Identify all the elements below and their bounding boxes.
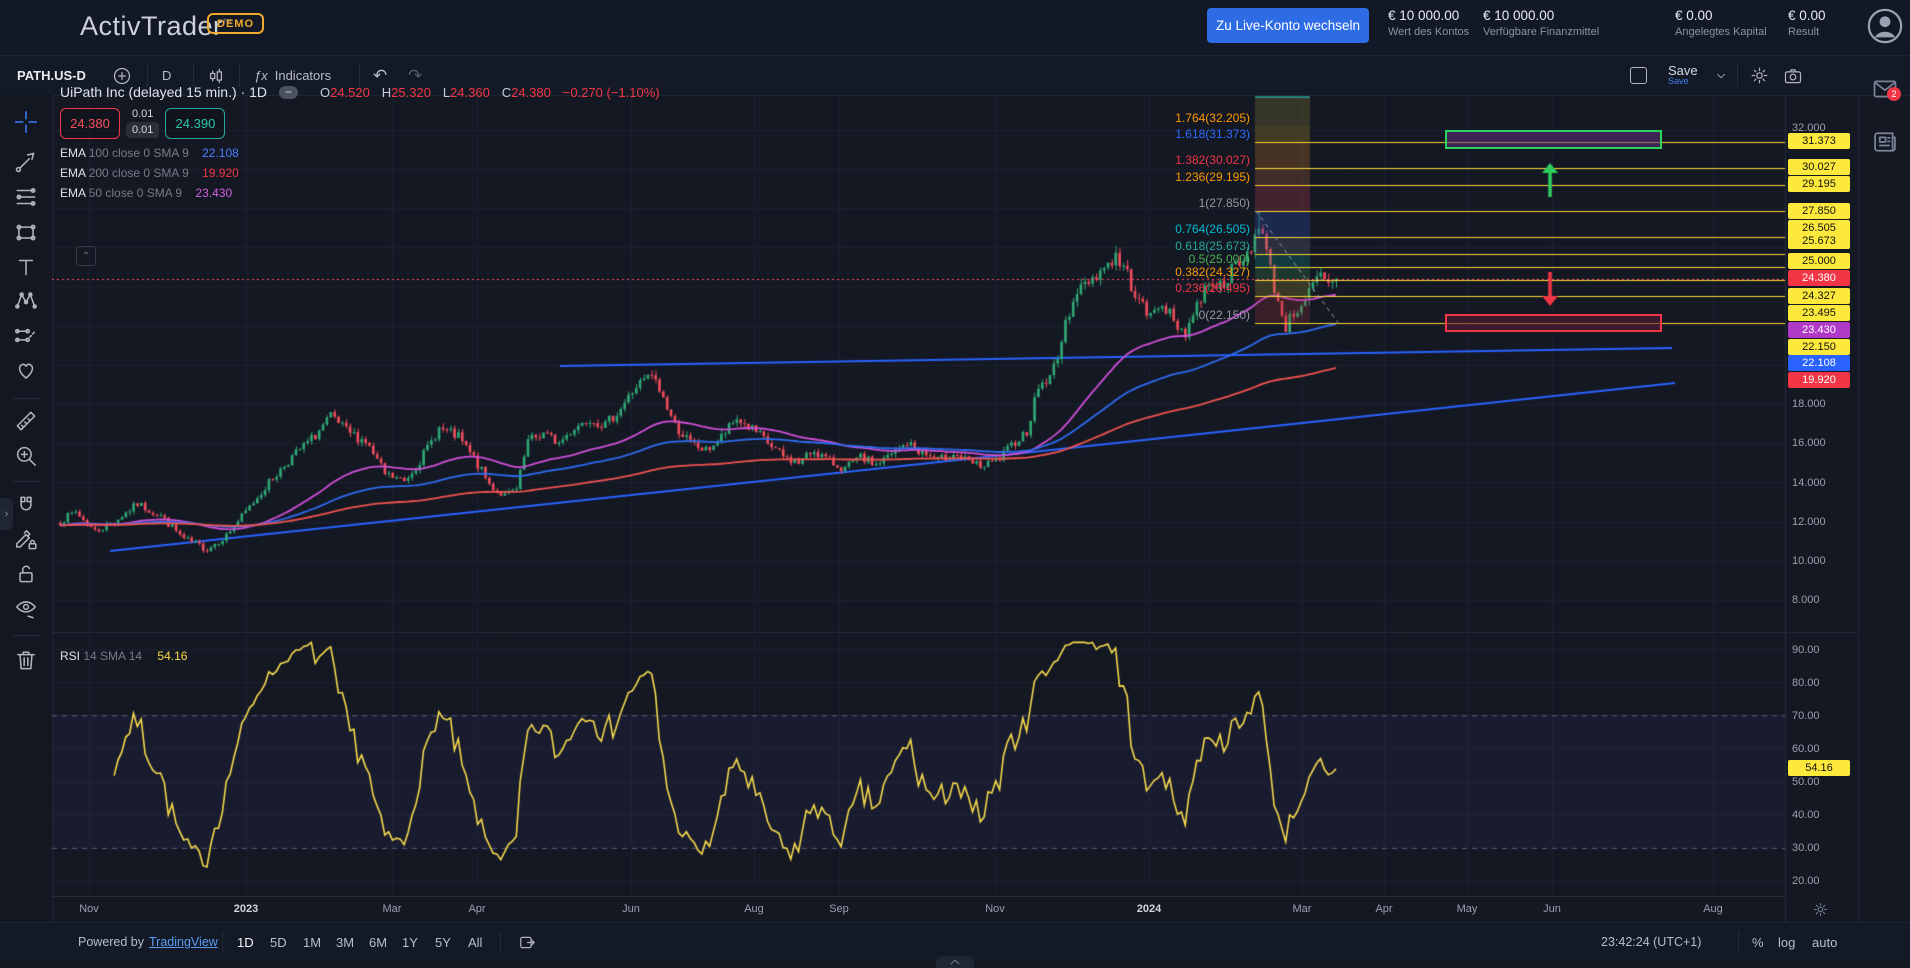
price-scale-label: 23.430 [1788,322,1850,338]
price-scale-label: 10.000 [1788,553,1854,569]
time-axis-label: Mar [1280,903,1324,915]
mail-icon[interactable]: 2 [1871,75,1899,103]
price-axis[interactable]: 32.00031.37330.02729.19527.85026.50525.6… [1786,95,1858,922]
fib-level-label: 1.764(32.205) [1175,111,1250,125]
fib-level-label: 0.764(26.505) [1175,222,1250,236]
fib-level-label: 0.382(24.327) [1175,265,1250,279]
fib-level-label: 0.5(25.000) [1189,252,1250,266]
price-scale-label: 18.000 [1788,396,1854,412]
fib-level-label: 1.382(30.027) [1175,153,1250,167]
price-scale-label: 14.000 [1788,475,1854,491]
price-scale-label: 23.495 [1788,305,1850,321]
timeframe-button-1m[interactable]: 1M [303,923,321,961]
price-scale-label: 16.000 [1788,435,1854,451]
time-axis-label: 2023 [224,903,268,915]
fib-level-label: 0.236(23.495) [1175,281,1250,295]
price-scale-label: 60.00 [1788,741,1854,757]
ema50-legend-row[interactable]: EMA 50 close 0 SMA 9 23.430 [60,186,660,199]
right-icon-strip: 2 [1858,95,1910,922]
timeframe-button-3m[interactable]: 3M [336,923,354,961]
timeframe-button-5d[interactable]: 5D [270,923,287,961]
ema100-legend-row[interactable]: EMA 100 close 0 SMA 9 22.108 [60,146,660,159]
legend-minimize-icon[interactable]: − [279,86,298,99]
resistance-zone-box[interactable] [1445,130,1662,149]
price-scale-label: 20.00 [1788,873,1854,889]
powered-by-label: Powered by TradingView [78,923,218,961]
time-axis-label: Apr [455,903,499,915]
price-scale-label: 31.373 [1788,133,1850,149]
clock-label: 23:42:24 (UTC+1) [1601,923,1701,961]
price-scale-label: 24.380 [1788,270,1850,286]
timeframe-button-5y[interactable]: 5Y [435,923,451,961]
fib-level-label: 1(27.850) [1199,196,1250,210]
rsi-value: 54.16 [157,649,187,663]
time-axis-label: Apr [1362,903,1406,915]
bottom-panel-expand-handle[interactable] [936,956,974,968]
price-scale-label: 27.850 [1788,203,1850,219]
mail-badge-count: 2 [1887,87,1901,101]
fib-level-label: 0(22.150) [1199,308,1250,322]
price-scale-label: 22.108 [1788,355,1850,371]
time-axis-label: Nov [973,903,1017,915]
change-value: −0.270 (−1.10%) [563,85,660,100]
percent-scale-button[interactable]: % [1752,923,1764,961]
legend-collapse-chevron-icon[interactable]: ⌃ [76,246,96,266]
timeframe-button-1d[interactable]: 1D [237,923,254,961]
price-scale-label: 8.000 [1788,592,1854,608]
price-scale-label: 29.195 [1788,176,1850,192]
chart-legend: UiPath Inc (delayed 15 min.) · 1D − O24.… [60,84,660,199]
time-axis-label: Jun [1530,903,1574,915]
price-scale-label: 25.673 [1788,233,1850,249]
price-scale-label: 12.000 [1788,514,1854,530]
price-scale-label: 25.000 [1788,253,1850,269]
price-scale-label: 90.00 [1788,642,1854,658]
tradingview-link[interactable]: TradingView [149,935,218,949]
time-axis-label: Mar [370,903,414,915]
timeframe-button-1y[interactable]: 1Y [402,923,418,961]
price-scale-label: 80.00 [1788,675,1854,691]
sell-bid-button[interactable]: 24.380 [60,108,120,139]
fib-level-label: 0.618(25.673) [1175,239,1250,253]
fib-level-label: 1.618(31.373) [1175,127,1250,141]
auto-scale-button[interactable]: auto [1812,923,1837,961]
time-axis[interactable]: Nov 2023 Mar Apr Jun Aug Sep Nov 2024 Mar Apr May Ju… [52,896,1785,923]
buy-ask-button[interactable]: 24.390 [165,108,225,139]
app-window: ActivTrader™ DEMO Zu Live-Konto wechseln… [0,0,1910,968]
price-scale-label: 22.150 [1788,339,1850,355]
ema200-legend-row[interactable]: EMA 200 close 0 SMA 9 19.920 [60,166,660,179]
time-axis-label: Aug [1691,903,1735,915]
price-scale-label: 70.00 [1788,708,1854,724]
price-scale-label: 19.920 [1788,372,1850,388]
time-axis-label: May [1445,903,1489,915]
axis-settings-gear-icon[interactable] [1812,901,1830,919]
fib-level-label: 1.236(29.195) [1175,170,1250,184]
price-scale-label: 24.327 [1788,288,1850,304]
rsi-legend-row[interactable]: RSI 14 SMA 14 54.16 [60,649,187,663]
log-scale-button[interactable]: log [1778,923,1795,961]
price-scale-label: 30.00 [1788,840,1854,856]
time-axis-label: Aug [732,903,776,915]
support-zone-box[interactable] [1445,314,1662,332]
price-scale-label: 40.00 [1788,807,1854,823]
chart-title[interactable]: UiPath Inc (delayed 15 min.) · 1D [60,84,267,100]
timeframe-button-all[interactable]: All [468,923,482,961]
time-axis-label: Sep [817,903,861,915]
price-scale-label: 50.00 [1788,774,1854,790]
spread-indicator: 0.010.01 [126,108,159,138]
time-axis-label: Jun [609,903,653,915]
news-icon[interactable] [1871,128,1899,156]
price-scale-label: 30.027 [1788,159,1850,175]
timeframe-button-6m[interactable]: 6M [369,923,387,961]
time-axis-label: 2024 [1127,903,1171,915]
go-to-date-icon[interactable] [518,923,537,961]
time-axis-label: Nov [67,903,111,915]
ohlc-values: O24.520 H25.320 L24.360 C24.380 −0.270 (… [312,84,660,100]
